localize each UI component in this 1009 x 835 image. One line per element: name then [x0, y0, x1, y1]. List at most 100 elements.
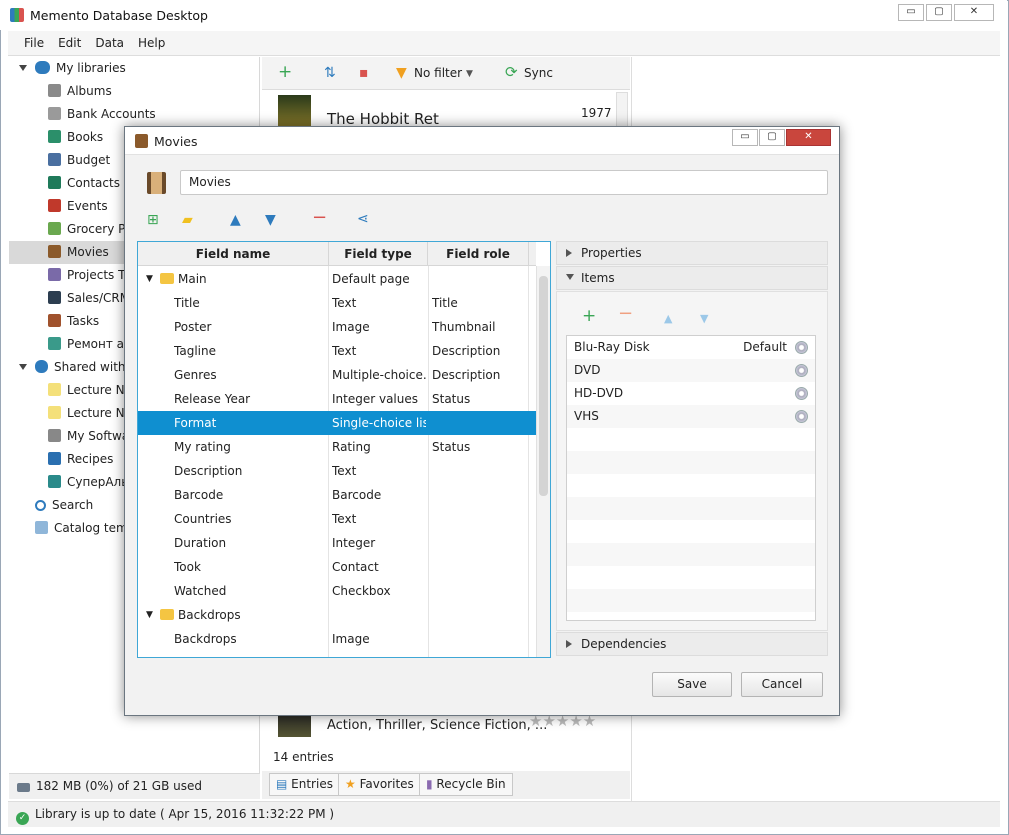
collapse-icon[interactable]: ▼: [146, 267, 153, 291]
menu-data[interactable]: Data: [89, 31, 132, 50]
dialog-minimize-button[interactable]: ▭: [732, 129, 758, 146]
library-icon: [48, 199, 61, 212]
sidebar-item-shared[interactable]: Lecture No: [48, 402, 132, 425]
table-row[interactable]: Title Text Title: [138, 291, 536, 315]
list-item[interactable]: HD-DVD: [567, 382, 815, 405]
close-button[interactable]: ✕: [954, 4, 994, 21]
tab-recycle-bin[interactable]: ▮ Recycle Bin: [419, 773, 513, 796]
entry-poster[interactable]: [278, 95, 311, 129]
collapse-icon[interactable]: ▼: [146, 603, 153, 627]
add-entry-icon[interactable]: +: [278, 64, 292, 81]
col-field-type[interactable]: Field type: [329, 242, 428, 266]
sidebar-item-library[interactable]: Bank Accounts: [9, 103, 259, 126]
sidebar-item-label: Budget: [67, 153, 111, 167]
sync-icon[interactable]: ⟳: [505, 65, 518, 80]
chevron-down-icon[interactable]: ▼: [466, 67, 473, 81]
field-role-cell: Status: [432, 440, 471, 454]
dialog-maximize-button[interactable]: ▢: [759, 129, 785, 146]
app-title: Memento Database Desktop: [30, 8, 208, 23]
share-icon[interactable]: ⋖: [357, 212, 369, 226]
item-up-icon[interactable]: ▲: [664, 312, 672, 326]
tree-search[interactable]: Search: [35, 494, 93, 517]
tree-catalog[interactable]: Catalog temp: [35, 517, 135, 540]
sidebar-item-shared[interactable]: Lecture No: [48, 379, 132, 402]
item-down-icon[interactable]: ▼: [700, 312, 708, 326]
add-item-icon[interactable]: +: [582, 308, 596, 325]
expand-icon[interactable]: [19, 65, 27, 71]
default-badge: Default: [743, 340, 787, 354]
remove-field-icon[interactable]: −: [312, 209, 327, 227]
library-editor-dialog: Movies ▭ ▢ ✕ Movies ⊞ ▰ ▲ ▼ − ⋖ Field na…: [124, 126, 840, 716]
tab-favorites[interactable]: ★ Favorites: [338, 773, 421, 796]
table-row[interactable]: Barcode Barcode: [138, 483, 536, 507]
items-section[interactable]: Items: [556, 266, 828, 290]
move-down-icon[interactable]: ▼: [265, 213, 276, 227]
list-item[interactable]: Blu-Ray Disk Default: [567, 336, 815, 359]
cancel-button[interactable]: Cancel: [741, 672, 823, 697]
table-row[interactable]: Poster Image Thumbnail: [138, 315, 536, 339]
add-field-icon[interactable]: ⊞: [147, 213, 159, 227]
empty-row: [567, 566, 815, 589]
section-label: Properties: [581, 246, 642, 260]
sidebar-item-label: Grocery Pr: [67, 222, 131, 236]
sync-button[interactable]: Sync: [524, 66, 553, 80]
field-name-cell: Barcode: [174, 488, 224, 502]
table-scrollbar[interactable]: [536, 266, 550, 657]
move-up-icon[interactable]: ▲: [230, 213, 241, 227]
list-item[interactable]: DVD: [567, 359, 815, 382]
table-row[interactable]: Duration Integer: [138, 531, 536, 555]
col-field-name[interactable]: Field name: [138, 242, 329, 266]
tab-entries[interactable]: ▤ Entries: [269, 773, 340, 796]
expand-icon[interactable]: [19, 364, 27, 370]
menu-help[interactable]: Help: [132, 31, 173, 50]
col-field-role[interactable]: Field role: [428, 242, 529, 266]
menu-file[interactable]: File: [8, 31, 52, 50]
add-group-icon[interactable]: ▰: [182, 213, 193, 227]
filter-dropdown[interactable]: No filter: [414, 66, 462, 80]
tree-my-libraries[interactable]: My libraries: [19, 57, 259, 80]
table-row[interactable]: Genres Multiple-choice... Description: [138, 363, 536, 387]
entry-subtitle[interactable]: Action, Thriller, Science Fiction, ...: [327, 718, 547, 733]
library-name-input[interactable]: Movies: [180, 170, 828, 195]
entries-count: 14 entries: [273, 750, 334, 764]
menu-edit[interactable]: Edit: [52, 31, 89, 50]
field-name-cell: Main: [178, 272, 207, 286]
remove-item-icon[interactable]: −: [618, 305, 633, 323]
table-row[interactable]: Backdrops Image: [138, 627, 536, 651]
library-icon: [48, 107, 61, 120]
table-row[interactable]: ▼ Main Default page: [138, 267, 536, 291]
tab-label: Recycle Bin: [436, 777, 506, 791]
tree-label: My libraries: [56, 61, 126, 75]
sidebar-item-shared[interactable]: СуперАлы: [48, 471, 131, 494]
folder-icon: [160, 609, 174, 620]
sidebar-item-shared[interactable]: My Softwa: [48, 425, 129, 448]
list-item[interactable]: VHS: [567, 405, 815, 428]
dependencies-section[interactable]: Dependencies: [556, 632, 828, 656]
table-row[interactable]: Watched Checkbox: [138, 579, 536, 603]
table-row[interactable]: My rating Rating Status: [138, 435, 536, 459]
sidebar-item-label: Contacts: [67, 176, 120, 190]
filter-icon[interactable]: ▼: [396, 66, 407, 80]
group-icon[interactable]: ▪: [359, 66, 369, 80]
table-row[interactable]: Release Year Integer values Status: [138, 387, 536, 411]
dialog-close-button[interactable]: ✕: [786, 129, 831, 146]
field-type-cell: Barcode: [332, 488, 382, 502]
table-row[interactable]: ▼ Backdrops: [138, 603, 536, 627]
field-name-cell: Countries: [174, 512, 232, 526]
sidebar-item-label: My Softwa: [67, 429, 130, 443]
table-row[interactable]: Took Contact: [138, 555, 536, 579]
table-row[interactable]: Format Single-choice list: [138, 411, 536, 435]
table-row[interactable]: Countries Text: [138, 507, 536, 531]
library-icon[interactable]: [147, 172, 166, 194]
scroll-thumb[interactable]: [539, 276, 548, 496]
maximize-button[interactable]: ▢: [926, 4, 952, 21]
table-row[interactable]: Tagline Text Description: [138, 339, 536, 363]
minimize-button[interactable]: ▭: [898, 4, 924, 21]
properties-section[interactable]: Properties: [556, 241, 828, 265]
library-icon: [48, 452, 61, 465]
save-button[interactable]: Save: [652, 672, 732, 697]
table-row[interactable]: Description Text: [138, 459, 536, 483]
sidebar-item-shared[interactable]: Recipes: [48, 448, 113, 471]
sort-icon[interactable]: ⇅: [324, 66, 336, 80]
sidebar-item-library[interactable]: Albums: [9, 80, 259, 103]
